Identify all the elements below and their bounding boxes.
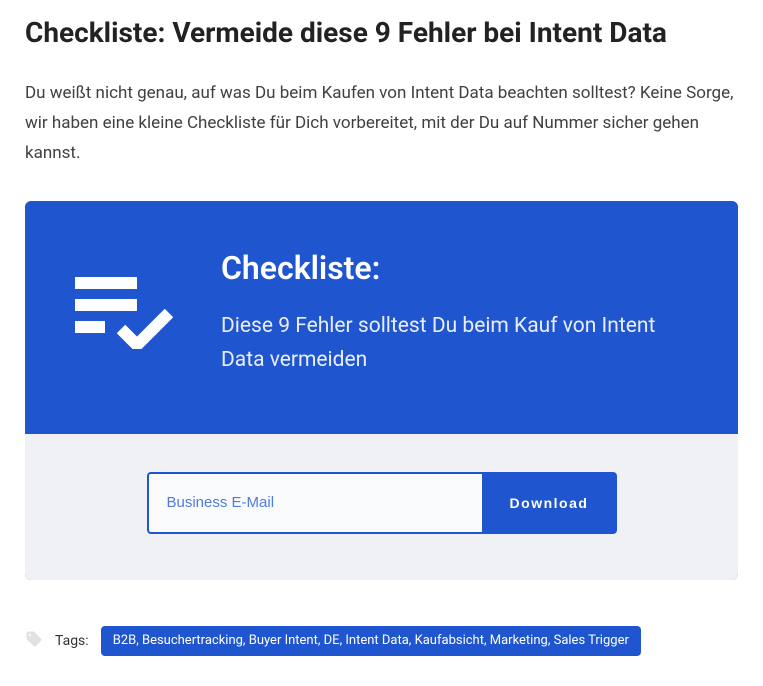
card-form-area: Download	[25, 434, 738, 580]
page-title: Checkliste: Vermeide diese 9 Fehler bei …	[25, 15, 738, 51]
tags-row: Tags: B2B, Besuchertracking, Buyer Inten…	[25, 626, 738, 656]
download-button[interactable]: Download	[482, 472, 617, 534]
tags-label: Tags:	[55, 633, 89, 649]
tag-icon	[25, 630, 43, 652]
checklist-icon	[75, 277, 173, 353]
intro-paragraph: Du weißt nicht genau, auf was Du beim Ka…	[25, 79, 738, 168]
download-form: Download	[147, 472, 617, 534]
card-subheading: Diese 9 Fehler solltest Du beim Kauf von…	[221, 309, 688, 378]
card-top: Checkliste: Diese 9 Fehler solltest Du b…	[25, 201, 738, 434]
tags-pill[interactable]: B2B, Besuchertracking, Buyer Intent, DE,…	[101, 626, 641, 656]
card-text-block: Checkliste: Diese 9 Fehler solltest Du b…	[221, 249, 688, 378]
checklist-card: Checkliste: Diese 9 Fehler solltest Du b…	[25, 201, 738, 580]
card-heading: Checkliste:	[221, 249, 688, 287]
email-field[interactable]	[147, 472, 482, 534]
